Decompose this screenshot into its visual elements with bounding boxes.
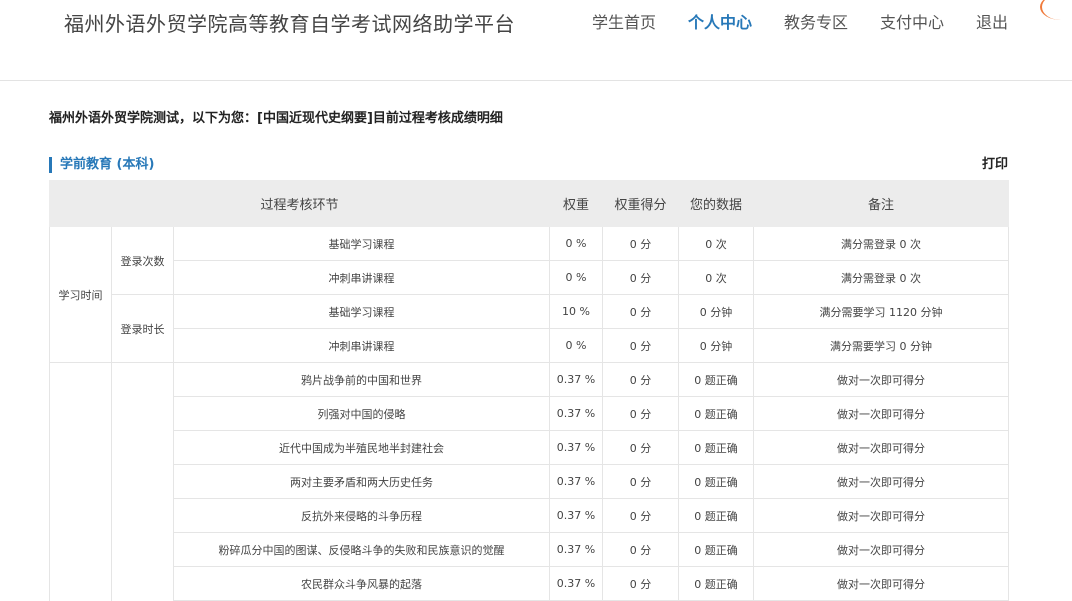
header-assessment-item: 过程考核环节 — [48, 180, 551, 227]
assessment-table: 过程考核环节 权重 权重得分 您的数据 备注 学习时间 登录次数 基础学习课程 … — [48, 180, 1010, 601]
subgroup-label-login-duration: 登录时长 — [111, 294, 174, 363]
item-cell: 近代中国成为半殖民地半封建社会 — [172, 430, 551, 465]
note-cell: 满分需要学习 0 分钟 — [753, 328, 1010, 363]
subgroup-label-login-count: 登录次数 — [111, 226, 174, 295]
note-cell: 做对一次即可得分 — [753, 362, 1010, 397]
score-cell: 0 分 — [602, 396, 680, 431]
page-header: 福州外语外贸学院高等教育自学考试网络助学平台 学生首页 个人中心 教务专区 支付… — [0, 0, 1072, 81]
weight-cell: 0.37 % — [549, 498, 604, 533]
weight-cell: 0.37 % — [549, 464, 604, 499]
item-cell: 鸦片战争前的中国和世界 — [172, 362, 551, 397]
table-row: 冲刺串讲课程 0 % 0 分 0 次 满分需登录 0 次 — [50, 260, 1010, 295]
item-cell: 反抗外来侵略的斗争历程 — [172, 498, 551, 533]
group-label-study-time: 学习时间 — [49, 226, 112, 363]
site-title: 福州外语外贸学院高等教育自学考试网络助学平台 — [64, 12, 515, 36]
header-note: 备注 — [753, 180, 1010, 227]
weight-cell: 0 % — [549, 260, 604, 295]
item-cell: 冲刺串讲课程 — [172, 260, 551, 295]
nav-student-home[interactable]: 学生首页 — [592, 12, 656, 34]
data-cell: 0 题正确 — [678, 566, 755, 601]
print-button[interactable]: 打印 — [982, 157, 1008, 173]
table-row: 鸦片战争前的中国和世界 0.37 % 0 分 0 题正确 做对一次即可得分 — [49, 362, 1010, 601]
data-cell: 0 题正确 — [678, 396, 755, 431]
data-cell: 0 题正确 — [678, 532, 755, 567]
data-cell: 0 分钟 — [678, 328, 755, 363]
weight-cell: 0.37 % — [549, 566, 604, 601]
weight-cell: 0.37 % — [549, 532, 604, 567]
table-row: 粉碎瓜分中国的图谋、反侵略斗争的失败和民族意识的觉醒 0.37 % 0 分 0 … — [50, 532, 1010, 567]
note-cell: 满分需登录 0 次 — [753, 260, 1010, 295]
data-cell: 0 次 — [678, 226, 755, 261]
table-row: 近代中国成为半殖民地半封建社会 0.37 % 0 分 0 题正确 做对一次即可得… — [50, 430, 1010, 465]
nav-payment-center[interactable]: 支付中心 — [880, 12, 944, 34]
weight-cell: 0 % — [549, 328, 604, 363]
score-cell: 0 分 — [602, 532, 680, 567]
item-cell: 两对主要矛盾和两大历史任务 — [172, 464, 551, 499]
note-cell: 做对一次即可得分 — [753, 396, 1010, 431]
table-header-row: 过程考核环节 权重 权重得分 您的数据 备注 — [48, 180, 1010, 227]
table-row: 学习时间 登录次数 基础学习课程 0 % 0 分 0 次 满分需登录 0 次 — [49, 226, 1010, 363]
data-cell: 0 题正确 — [678, 498, 755, 533]
score-cell: 0 分 — [602, 464, 680, 499]
nav-academic-affairs[interactable]: 教务专区 — [784, 12, 848, 34]
item-cell: 粉碎瓜分中国的图谋、反侵略斗争的失败和民族意识的觉醒 — [172, 532, 551, 567]
nav-personal-center[interactable]: 个人中心 — [688, 12, 752, 34]
note-cell: 做对一次即可得分 — [753, 498, 1010, 533]
note-cell: 做对一次即可得分 — [753, 566, 1010, 601]
note-cell: 满分需登录 0 次 — [753, 226, 1010, 261]
note-cell: 做对一次即可得分 — [753, 464, 1010, 499]
exercise-group-cell — [49, 362, 112, 601]
data-cell: 0 次 — [678, 260, 755, 295]
weight-cell: 0.37 % — [549, 362, 604, 397]
score-cell: 0 分 — [602, 328, 680, 363]
table-row: 登录时长 基础学习课程 10 % 0 分 0 分钟 满分需要学习 1120 分钟 — [50, 294, 1010, 363]
table-row: 冲刺串讲课程 0 % 0 分 0 分钟 满分需要学习 0 分钟 — [50, 328, 1010, 363]
intro-text: 福州外语外贸学院测试，以下为您：[中国近现代史纲要]目前过程考核成绩明细 — [49, 111, 503, 126]
score-cell: 0 分 — [602, 498, 680, 533]
score-cell: 0 分 — [602, 362, 680, 397]
table-row: 反抗外来侵略的斗争历程 0.37 % 0 分 0 题正确 做对一次即可得分 — [50, 498, 1010, 533]
item-cell: 列强对中国的侵略 — [172, 396, 551, 431]
header-your-data: 您的数据 — [678, 180, 755, 227]
item-cell: 基础学习课程 — [172, 226, 551, 261]
data-cell: 0 题正确 — [678, 430, 755, 465]
data-cell: 0 题正确 — [678, 362, 755, 397]
header-weight: 权重 — [549, 180, 604, 227]
item-cell: 冲刺串讲课程 — [172, 328, 551, 363]
table-row: 两对主要矛盾和两大历史任务 0.37 % 0 分 0 题正确 做对一次即可得分 — [50, 464, 1010, 499]
exercise-subgroup-cell — [111, 362, 174, 601]
score-cell: 0 分 — [602, 430, 680, 465]
section-title: 学前教育 (本科) — [49, 157, 154, 173]
weight-cell: 0 % — [549, 226, 604, 261]
nav-logout[interactable]: 退出 — [976, 12, 1008, 34]
score-cell: 0 分 — [602, 226, 680, 261]
item-cell: 农民群众斗争风暴的起落 — [172, 566, 551, 601]
table-row: 列强对中国的侵略 0.37 % 0 分 0 题正确 做对一次即可得分 — [50, 396, 1010, 431]
score-cell: 0 分 — [602, 260, 680, 295]
weight-cell: 0.37 % — [549, 430, 604, 465]
note-cell: 做对一次即可得分 — [753, 430, 1010, 465]
data-cell: 0 分钟 — [678, 294, 755, 329]
header-weighted-score: 权重得分 — [602, 180, 680, 227]
note-cell: 满分需要学习 1120 分钟 — [753, 294, 1010, 329]
corner-decoration — [1040, 0, 1072, 20]
weight-cell: 0.37 % — [549, 396, 604, 431]
score-cell: 0 分 — [602, 294, 680, 329]
score-cell: 0 分 — [602, 566, 680, 601]
weight-cell: 10 % — [549, 294, 604, 329]
table-row: 农民群众斗争风暴的起落 0.37 % 0 分 0 题正确 做对一次即可得分 — [50, 566, 1010, 601]
data-cell: 0 题正确 — [678, 464, 755, 499]
note-cell: 做对一次即可得分 — [753, 532, 1010, 567]
item-cell: 基础学习课程 — [172, 294, 551, 329]
